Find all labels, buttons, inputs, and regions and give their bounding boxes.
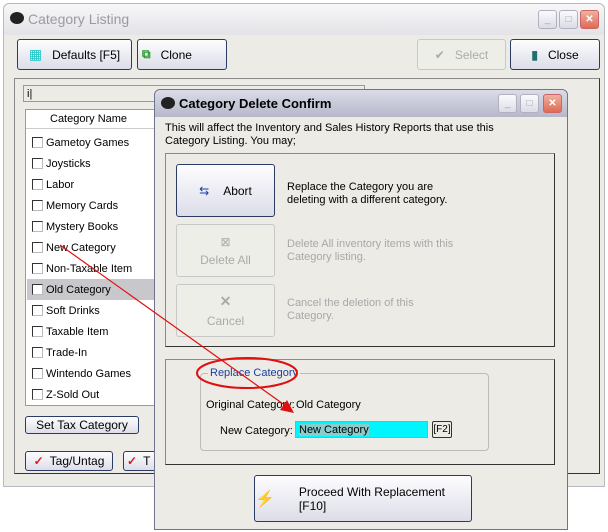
annotation-arrowhead (280, 400, 294, 413)
annotation-overlay (59, 244, 298, 413)
annotation-arrow-line (59, 244, 287, 407)
annotation-ellipse (196, 357, 298, 389)
